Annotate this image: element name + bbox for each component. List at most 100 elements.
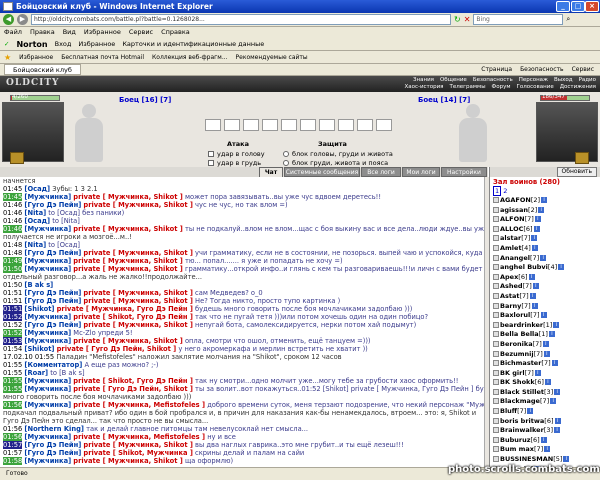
chat-author[interactable]: [Northern King] (24, 425, 84, 433)
chat-private-tag[interactable]: private [ Мужчинка, Shikot ] (73, 265, 183, 273)
chat-author[interactable]: [Осад] (24, 217, 50, 225)
nav-vote[interactable]: Голосование (517, 84, 554, 90)
player-row[interactable]: Beronika[7] i (493, 340, 599, 350)
player-name[interactable]: Baxlorul (500, 311, 530, 319)
chat-author[interactable]: [Гуго Дэ Пейн] (24, 201, 81, 209)
chat-private-tag[interactable]: private [ Shikot, Гуго Дэ Пейн ] (73, 313, 193, 321)
slot-10[interactable] (376, 119, 392, 131)
chat-private-tag[interactable]: private [ Мужчинка, Shikot ] (83, 201, 193, 209)
info-icon[interactable]: i (540, 312, 547, 319)
back-button[interactable]: ◀ (3, 14, 14, 25)
left-fighter-avatar[interactable] (66, 104, 112, 164)
chat-author[interactable]: [Гуго Дэ Пейн] (24, 441, 81, 449)
info-icon[interactable]: i (529, 292, 536, 299)
chat-author[interactable]: [Мужчинка] (24, 329, 71, 337)
close-button[interactable]: × (585, 1, 599, 12)
player-row[interactable]: beardrinker[1] i (493, 321, 599, 331)
fav-link-suggested[interactable]: Рекомендуемые сайты (236, 54, 308, 61)
chat-private-tag[interactable]: private [ Гуго Дэ Пейн, Shikot ] (57, 345, 177, 353)
chat-author[interactable]: [B ak s] (24, 281, 53, 289)
player-name[interactable]: agissan (500, 206, 528, 214)
player-row[interactable]: Apex[6] i (493, 273, 599, 283)
chat-private-tag[interactable]: private [ Мужчинка, Shikot ] (83, 321, 193, 329)
player-row[interactable]: AGAFON[2] i (493, 196, 599, 206)
player-row[interactable]: Ashed[7] i (493, 282, 599, 292)
info-icon[interactable]: i (534, 369, 541, 376)
chat-private-tag[interactable]: private [ Мужчинка, Shikot ] (83, 441, 193, 449)
slot-9[interactable] (357, 119, 373, 131)
player-name[interactable]: boris britwa (500, 417, 544, 425)
player-row[interactable]: ALLOC[6] i (493, 225, 599, 235)
chat-author[interactable]: [Мужчинка] (24, 313, 71, 321)
url-field[interactable]: http://oldcity.combats.com/battle.pl?bat… (31, 14, 451, 25)
player-row[interactable]: Brainwalker[3] i (493, 426, 599, 436)
chat-author[interactable]: [Мужчинка] (24, 385, 71, 393)
player-name[interactable]: Anangel (500, 254, 530, 262)
chat-private-tag[interactable]: private [ Мужчинка, Shikot ] (73, 193, 183, 201)
nav-achievements[interactable]: Достижения (560, 84, 596, 90)
info-icon[interactable]: i (541, 197, 548, 203)
norton-cards[interactable]: Карточки и идентификационные данные (122, 40, 264, 48)
player-name[interactable]: Black Stillet (500, 388, 544, 396)
chat-author[interactable]: [Комментатор] (24, 361, 82, 369)
fav-link-hotmail[interactable]: Бесплатная почта Hotmail (61, 54, 144, 61)
tab-system-messages[interactable]: Системные сообщения (284, 167, 360, 177)
search-field[interactable]: Bing (473, 14, 564, 25)
chat-private-tag[interactable]: private [ Мужчинка, Mefistofeles ] (73, 401, 205, 409)
player-name[interactable]: BUSSINESMAN (500, 455, 553, 463)
menu-help[interactable]: Справка (161, 27, 190, 38)
player-name[interactable]: Blackmage (500, 397, 540, 405)
player-row[interactable]: anghel Bubvi[4] i (493, 263, 599, 273)
norton-favorites[interactable]: Избранное (78, 40, 115, 48)
player-name[interactable]: AGAFON (500, 196, 531, 204)
chat-author[interactable]: [Гуго Дэ Пейн] (24, 321, 81, 329)
info-icon[interactable]: i (548, 331, 555, 338)
info-icon[interactable]: i (531, 302, 538, 309)
player-name[interactable]: anghel Bubvi (500, 263, 548, 271)
player-name[interactable]: BK Shokk (500, 378, 535, 386)
nav-knowledge[interactable]: Знания (413, 77, 434, 83)
chat-private-tag[interactable]: private [ Мужчинка, Shikot ] (73, 257, 183, 265)
nav-security[interactable]: Безопасность (473, 77, 513, 83)
favorites-label[interactable]: Избранное (19, 54, 53, 61)
player-row[interactable]: Black Stillet[3] i (493, 388, 599, 398)
menu-file[interactable]: Файл (4, 27, 22, 38)
info-icon[interactable]: i (533, 225, 540, 232)
fav-link-gallery[interactable]: Коллекция веб-фрагм... (152, 54, 228, 61)
chat-author[interactable]: [Мужчинка] (24, 225, 71, 233)
player-name[interactable]: ALLOC (500, 225, 523, 233)
player-row[interactable]: BK Shokk[6] i (493, 378, 599, 388)
nav-telegram[interactable]: Телеграммы (450, 84, 486, 90)
player-name[interactable]: Astat (500, 292, 520, 300)
slot-3[interactable] (243, 119, 259, 131)
refresh-button[interactable]: Обновить (556, 167, 597, 177)
info-icon[interactable]: i (531, 244, 538, 251)
right-fighter-avatar[interactable] (450, 104, 496, 164)
chat-author[interactable]: [Осад] (24, 185, 50, 193)
chat-author[interactable]: [Shikot] (24, 305, 54, 313)
player-row[interactable]: Baxlorul[7] i (493, 311, 599, 321)
nav-radio[interactable]: Радио (579, 77, 596, 83)
left-item-icon[interactable] (10, 152, 24, 164)
nav-communication[interactable]: Общение (440, 77, 467, 83)
info-icon[interactable]: i (540, 436, 547, 443)
attack-head[interactable]: удар в голову (208, 150, 265, 159)
player-row[interactable]: alstar[7] i (493, 234, 599, 244)
chat-private-tag[interactable]: private [ Мужчинка, Shikot ] (83, 297, 193, 305)
player-row[interactable]: Bluff[7] i (493, 407, 599, 417)
menu-tools[interactable]: Сервис (129, 27, 153, 38)
chat-private-tag[interactable]: private [ Shikot, Гуго Дэ Пейн ] (73, 377, 193, 385)
info-icon[interactable]: i (554, 417, 561, 424)
tools-menu[interactable]: Сервис (572, 66, 594, 73)
player-name[interactable]: BK girl (500, 369, 525, 377)
chat-author[interactable]: [Мужчинка] (24, 337, 71, 345)
tab-all-logs[interactable]: Все логи (361, 167, 401, 177)
chat-author[interactable]: [Гуго Дэ Пейн] (24, 449, 81, 457)
info-icon[interactable]: i (527, 408, 534, 415)
info-icon[interactable]: i (540, 254, 547, 261)
slot-8[interactable] (338, 119, 354, 131)
browser-tab-active[interactable]: Бойцовский клуб (4, 64, 81, 75)
player-name[interactable]: Brainwalker (500, 426, 544, 434)
norton-login[interactable]: Вход (55, 40, 72, 48)
slot-6[interactable] (300, 119, 316, 131)
